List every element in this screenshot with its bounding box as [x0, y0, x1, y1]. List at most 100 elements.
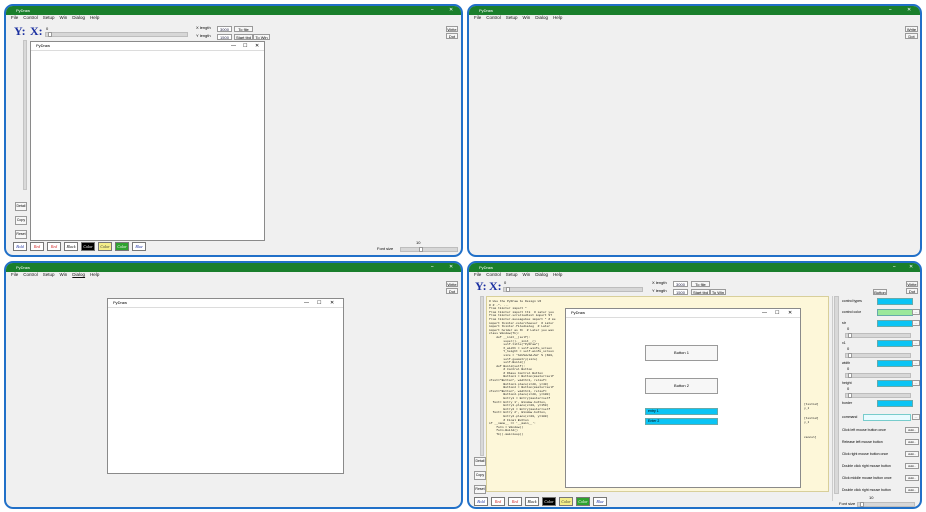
border-field[interactable]	[877, 400, 913, 407]
color-button-red-2[interactable]: Red	[508, 497, 522, 506]
menu-control[interactable]: Control	[23, 272, 38, 278]
properties-scrollbar[interactable]	[834, 296, 839, 494]
font-size-slider[interactable]	[400, 247, 458, 252]
minimize-icon[interactable]: ⎯	[889, 6, 892, 15]
width-slider[interactable]	[845, 373, 911, 378]
close-icon[interactable]: ✕	[788, 309, 792, 317]
menu-win[interactable]: Win	[523, 15, 531, 21]
color-button-red[interactable]: Red	[491, 497, 505, 506]
slider-knob[interactable]	[848, 333, 852, 338]
copy-button[interactable]: Copy	[474, 471, 486, 480]
width-field[interactable]	[877, 360, 913, 367]
menu-setup[interactable]: Setup	[506, 272, 518, 278]
maximize-icon[interactable]: ☐	[243, 42, 247, 50]
x1-button[interactable]: …	[912, 340, 920, 346]
height-button[interactable]: …	[912, 380, 920, 386]
y-slider[interactable]	[480, 296, 484, 456]
menu-setup[interactable]: Setup	[43, 15, 55, 21]
menu-dialog[interactable]: Dialog	[535, 15, 548, 21]
event-add-button-5[interactable]: Add...	[905, 475, 919, 481]
color-button-blue[interactable]: Bold	[474, 497, 488, 506]
close-icon[interactable]: ✕	[907, 6, 911, 15]
write-button[interactable]: Write	[905, 26, 918, 32]
menu-help[interactable]: Help	[90, 15, 99, 21]
dot-button[interactable]: Dot	[905, 33, 918, 39]
close-icon[interactable]: ✕	[909, 263, 913, 272]
y-slider[interactable]	[23, 40, 27, 190]
menu-dialog[interactable]: Dialog	[535, 272, 548, 278]
x-slider[interactable]	[45, 32, 188, 37]
color-button-red[interactable]: Red	[30, 242, 44, 251]
minimize-icon[interactable]: —	[762, 309, 767, 317]
color-button-green[interactable]: Color	[115, 242, 129, 251]
font-size-slider[interactable]	[857, 502, 915, 507]
command-button[interactable]: …	[912, 414, 920, 420]
minimize-icon[interactable]: —	[231, 42, 236, 50]
copy-button[interactable]: Copy	[15, 216, 27, 225]
control-color-field[interactable]	[877, 309, 913, 316]
width-button[interactable]: …	[912, 360, 920, 366]
dot-button[interactable]: Dot	[906, 288, 918, 294]
color-button-red-2[interactable]: Red	[47, 242, 61, 251]
detail-button[interactable]: Detail	[474, 457, 486, 466]
write-button[interactable]: Write	[446, 26, 458, 32]
slider-knob[interactable]	[860, 502, 864, 507]
menu-help[interactable]: Help	[553, 272, 562, 278]
menu-file[interactable]: File	[474, 15, 481, 21]
menu-setup[interactable]: Setup	[506, 15, 518, 21]
menu-file[interactable]: File	[11, 15, 18, 21]
minimize-icon[interactable]: ⎯	[431, 263, 434, 272]
event-add-button-4[interactable]: Add...	[905, 463, 919, 469]
dot-button[interactable]: Dot	[446, 33, 458, 39]
start-draw-button[interactable]: Start tbd	[234, 34, 253, 40]
menu-dialog[interactable]: Dialog	[72, 15, 85, 21]
color-button-blue-2[interactable]: Blue	[593, 497, 607, 506]
to-win-button[interactable]: To Win	[253, 34, 270, 40]
str-field[interactable]	[877, 320, 913, 327]
menu-control[interactable]: Control	[486, 272, 501, 278]
menu-win[interactable]: Win	[523, 272, 531, 278]
write-button[interactable]: Write	[446, 281, 458, 287]
menu-win[interactable]: Win	[60, 15, 68, 21]
slider-knob[interactable]	[48, 32, 52, 37]
menu-control[interactable]: Control	[486, 15, 501, 21]
start-draw-button[interactable]: Start tbd	[691, 289, 710, 295]
color-button-yellow[interactable]: Color	[559, 497, 573, 506]
close-icon[interactable]: ✕	[330, 299, 334, 307]
reset-button[interactable]: Reset	[15, 230, 27, 239]
maximize-icon[interactable]: ☐	[317, 299, 321, 307]
event-add-button-3[interactable]: Add...	[905, 451, 919, 457]
y-length-field[interactable]: 1500	[673, 289, 688, 295]
event-add-button-1[interactable]: Add...	[905, 427, 919, 433]
color-button-blue[interactable]: Bold	[13, 242, 27, 251]
color-button-yellow[interactable]: Color	[98, 242, 112, 251]
height-field[interactable]	[877, 380, 913, 387]
height-slider[interactable]	[845, 393, 911, 398]
close-icon[interactable]: ✕	[449, 6, 453, 15]
write-button[interactable]: Write	[906, 281, 918, 287]
command-field[interactable]	[863, 414, 911, 421]
menu-setup[interactable]: Setup	[43, 272, 55, 278]
preview-button-1[interactable]: Button 1	[645, 345, 718, 361]
color-button-dark[interactable]: Color	[81, 242, 95, 251]
preview-button-2[interactable]: Button 2	[645, 378, 718, 394]
event-add-button-2[interactable]: Add...	[905, 439, 919, 445]
reset-button[interactable]: Reset	[474, 485, 486, 494]
button-tool[interactable]: Button	[873, 289, 887, 295]
menu-file[interactable]: File	[11, 272, 18, 278]
str-button[interactable]: …	[912, 320, 920, 326]
control-types-field[interactable]	[877, 298, 913, 305]
menu-win[interactable]: Win	[60, 272, 68, 278]
menu-dialog[interactable]: Dialog	[72, 272, 85, 278]
menu-help[interactable]: Help	[553, 15, 562, 21]
x1-slider[interactable]	[845, 353, 911, 358]
y-length-field[interactable]: 1500	[217, 34, 232, 40]
color-button-green[interactable]: Color	[576, 497, 590, 506]
minimize-icon[interactable]: ⎯	[431, 6, 434, 15]
slider-knob[interactable]	[506, 287, 510, 292]
event-add-button-6[interactable]: Add...	[905, 487, 919, 493]
color-button-dark[interactable]: Color	[542, 497, 556, 506]
close-icon[interactable]: ✕	[255, 42, 259, 50]
x-length-field[interactable]: 3000	[673, 281, 688, 287]
color-button-blue-2[interactable]: Blue	[132, 242, 146, 251]
